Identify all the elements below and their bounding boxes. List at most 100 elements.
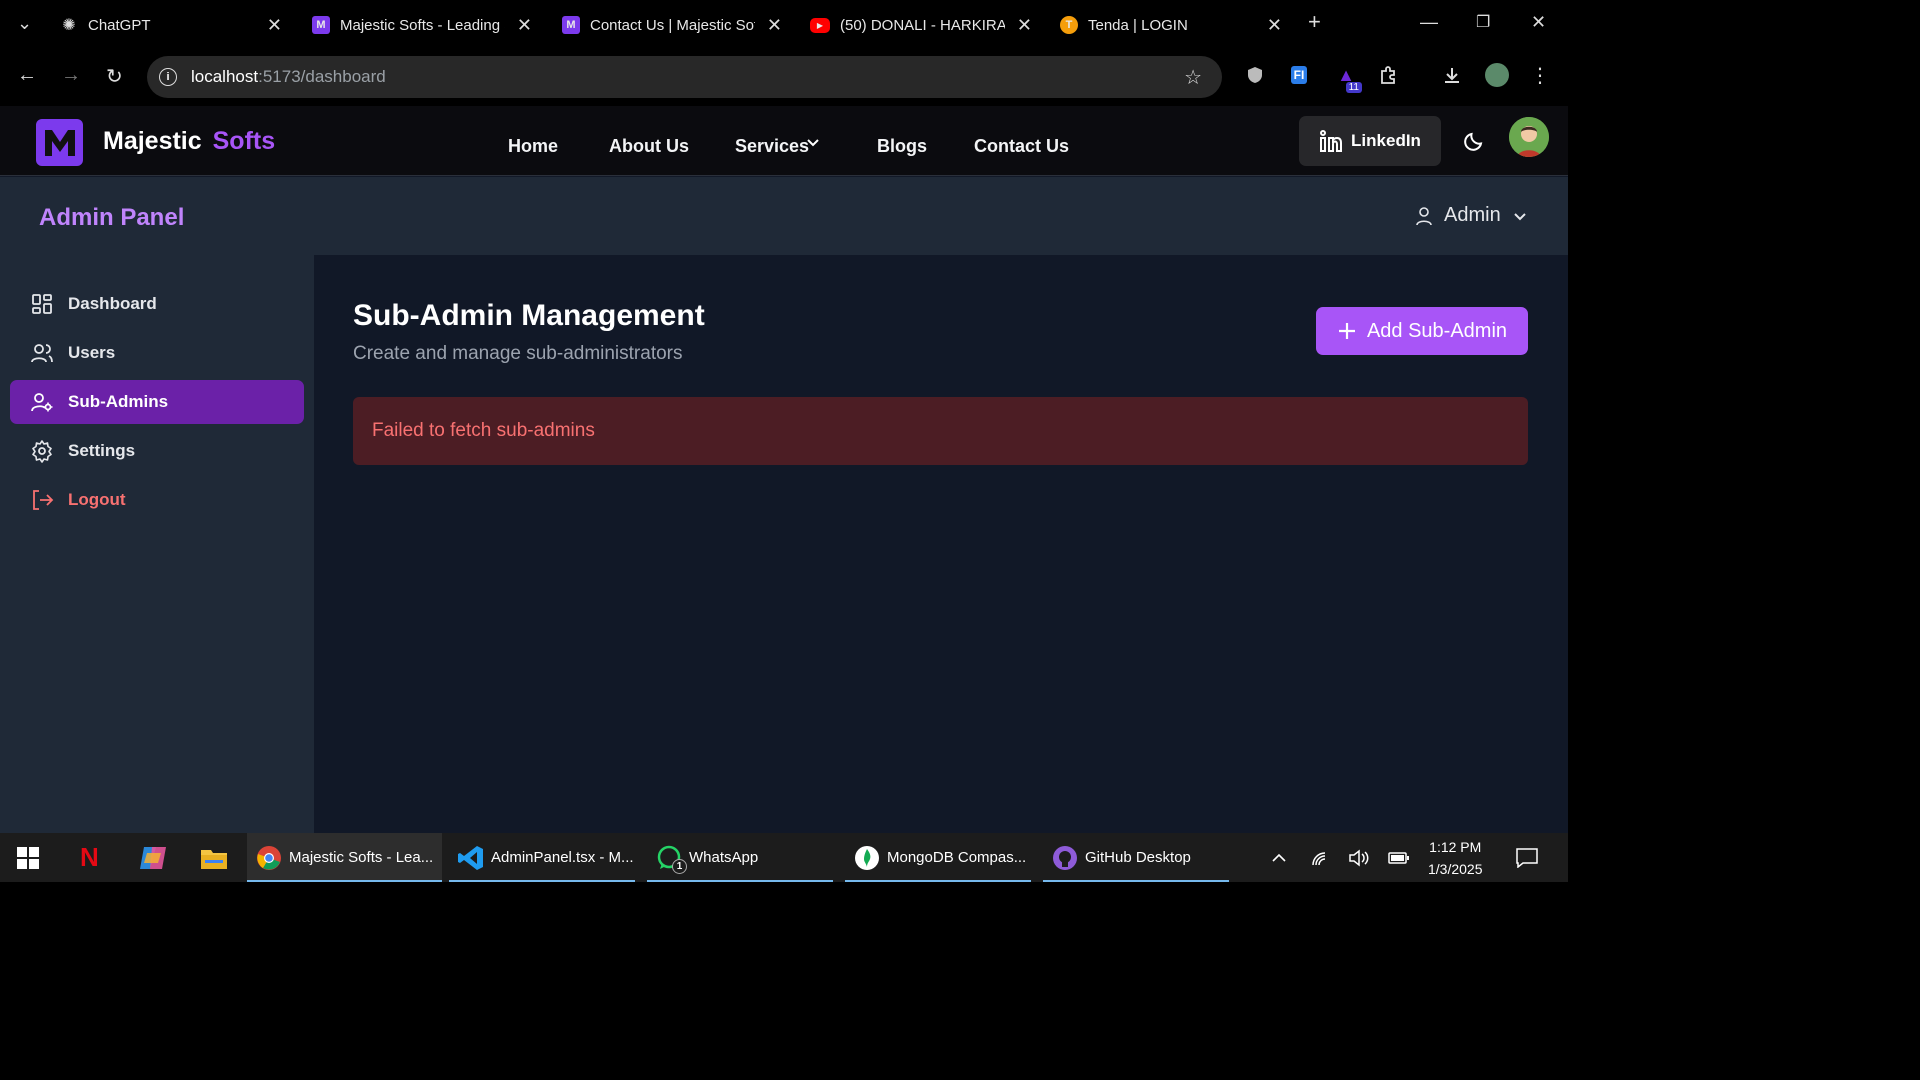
url-host: localhost	[191, 67, 259, 86]
forward-icon[interactable]: →	[61, 64, 81, 87]
shield-extension-icon[interactable]	[1243, 63, 1267, 87]
taskbar-app-whatsapp[interactable]: 1 WhatsApp	[647, 833, 833, 882]
fi-extension-icon[interactable]: FI	[1287, 63, 1311, 87]
taskbar-app-label: AdminPanel.tsx - M...	[491, 849, 634, 866]
browser-tab[interactable]: M Majestic Softs - Leading S ✕	[312, 8, 532, 42]
tab-search-chevron-icon[interactable]: ⌄	[17, 13, 32, 34]
browser-tab[interactable]: T Tenda | LOGIN ✕	[1060, 8, 1282, 42]
mongodb-icon	[853, 844, 881, 872]
download-icon[interactable]	[1440, 63, 1464, 87]
netflix-icon[interactable]: N	[80, 833, 99, 882]
chevron-down-icon	[1513, 212, 1526, 220]
linkedin-button[interactable]: LinkedIn	[1299, 116, 1441, 166]
tray-chevron-up-icon[interactable]	[1271, 833, 1287, 882]
admin-user-menu[interactable]: Admin	[1414, 204, 1527, 227]
add-button-label: Add Sub-Admin	[1366, 319, 1508, 342]
whatsapp-icon: 1	[655, 844, 687, 874]
page-title: Sub-Admin Management	[353, 299, 705, 332]
browser-tab[interactable]: ▶ (50) DONALI - HARKIRAT ✕	[810, 8, 1032, 42]
open-indicator	[1043, 880, 1229, 882]
plus-icon	[1338, 323, 1355, 339]
file-explorer-icon[interactable]	[200, 833, 228, 882]
github-icon	[1051, 844, 1079, 872]
notification-badge: 1	[672, 858, 687, 874]
minimize-icon[interactable]: —	[1420, 12, 1438, 33]
tab-title: Majestic Softs - Leading S	[340, 16, 505, 34]
nav-blogs[interactable]: Blogs	[877, 136, 927, 157]
page-subtitle: Create and manage sub-administrators	[353, 343, 683, 364]
tab-title: Contact Us | Majestic Sof	[590, 16, 755, 34]
volume-icon[interactable]	[1348, 833, 1370, 882]
sidebar-item-users[interactable]: Users	[10, 331, 304, 375]
profile-avatar-icon[interactable]	[1485, 63, 1509, 87]
moon-icon[interactable]	[1463, 130, 1485, 157]
clock-time: 1:12 PM	[1429, 838, 1482, 855]
taskbar-clock[interactable]: 1:12 PM 1/3/2025	[1428, 833, 1483, 882]
address-bar[interactable]: i localhost:5173/dashboard ☆	[147, 56, 1222, 98]
window-close-icon[interactable]: ✕	[1531, 12, 1546, 33]
close-tab-icon[interactable]: ✕	[1267, 15, 1282, 36]
taskbar-app-label: MongoDB Compas...	[887, 849, 1027, 866]
tab-title: (50) DONALI - HARKIRAT	[840, 16, 1005, 34]
clock-date: 1/3/2025	[1428, 860, 1483, 877]
majestic-icon: M	[312, 16, 330, 34]
nav-services[interactable]: Services	[735, 136, 809, 157]
add-sub-admin-button[interactable]: Add Sub-Admin	[1316, 307, 1528, 355]
back-icon[interactable]: ←	[17, 64, 37, 87]
sidebar-item-logout[interactable]: Logout	[10, 478, 304, 522]
brand-name[interactable]: Majestic Softs	[103, 127, 275, 156]
sidebar-item-settings[interactable]: Settings	[10, 429, 304, 473]
windows-taskbar: N Majestic Softs - Lea... AdminPanel.tsx…	[0, 833, 1568, 882]
close-tab-icon[interactable]: ✕	[517, 15, 532, 36]
tab-title: ChatGPT	[88, 16, 151, 34]
sidebar-item-dashboard[interactable]: Dashboard	[10, 282, 304, 326]
close-tab-icon[interactable]: ✕	[767, 15, 782, 36]
sidebar-item-label: Users	[68, 343, 116, 362]
web-page: Majestic Softs Home About Us Services Bl…	[0, 106, 1568, 833]
admin-header: Admin Panel Admin	[0, 177, 1568, 255]
user-cog-icon	[31, 393, 53, 412]
taskbar-app-mongodb[interactable]: MongoDB Compas...	[845, 833, 1031, 882]
taskbar-app-github-desktop[interactable]: GitHub Desktop	[1043, 833, 1229, 882]
more-menu-icon[interactable]: ⋮	[1528, 63, 1552, 87]
nav-about-us[interactable]: About Us	[609, 136, 689, 157]
browser-tab[interactable]: ✺ ChatGPT ✕	[60, 8, 282, 42]
restore-icon[interactable]: ❐	[1476, 12, 1490, 32]
error-alert: Failed to fetch sub-admins	[353, 397, 1528, 465]
browser-tab[interactable]: M Contact Us | Majestic Sof ✕	[562, 8, 782, 42]
linkedin-label: LinkedIn	[1351, 131, 1421, 150]
user-avatar[interactable]	[1509, 117, 1549, 157]
nav-contact-us[interactable]: Contact Us	[974, 136, 1069, 157]
reload-icon[interactable]: ↻	[106, 64, 123, 89]
new-tab-icon[interactable]: +	[1308, 9, 1321, 35]
url-path: :5173/dashboard	[258, 67, 386, 86]
dashboard-icon	[32, 294, 52, 314]
site-info-icon[interactable]: i	[159, 68, 177, 86]
puzzle-extension-icon[interactable]	[1376, 63, 1400, 87]
taskbar-app-chrome[interactable]: Majestic Softs - Lea...	[247, 833, 442, 882]
sidebar-item-sub-admins[interactable]: Sub-Admins	[10, 380, 304, 424]
main-content: Sub-Admin Management Create and manage s…	[314, 255, 1568, 833]
grad-extension-icon[interactable]: ▲ 11	[1334, 63, 1362, 93]
user-icon	[1416, 206, 1432, 225]
windows-start-icon[interactable]	[17, 833, 39, 882]
tab-title: Tenda | LOGIN	[1088, 16, 1188, 34]
close-tab-icon[interactable]: ✕	[1017, 15, 1032, 36]
taskbar-app-label: Majestic Softs - Lea...	[289, 849, 434, 866]
wifi-icon[interactable]	[1311, 833, 1331, 882]
open-indicator	[845, 880, 1031, 882]
copilot-icon[interactable]	[138, 833, 168, 882]
chevron-down-icon[interactable]	[806, 133, 820, 154]
bookmark-star-icon[interactable]: ☆	[1184, 65, 1202, 90]
majestic-logo-icon[interactable]	[36, 119, 83, 166]
battery-icon[interactable]	[1388, 833, 1410, 882]
site-navbar: Majestic Softs Home About Us Services Bl…	[0, 106, 1568, 176]
brand-second: Softs	[212, 127, 276, 155]
close-tab-icon[interactable]: ✕	[267, 15, 282, 36]
brand-first: Majestic	[103, 127, 202, 155]
gear-icon	[32, 440, 52, 463]
notification-center-icon[interactable]	[1516, 833, 1538, 882]
open-indicator	[449, 880, 635, 882]
taskbar-app-vscode[interactable]: AdminPanel.tsx - M...	[449, 833, 635, 882]
nav-home[interactable]: Home	[508, 136, 558, 157]
